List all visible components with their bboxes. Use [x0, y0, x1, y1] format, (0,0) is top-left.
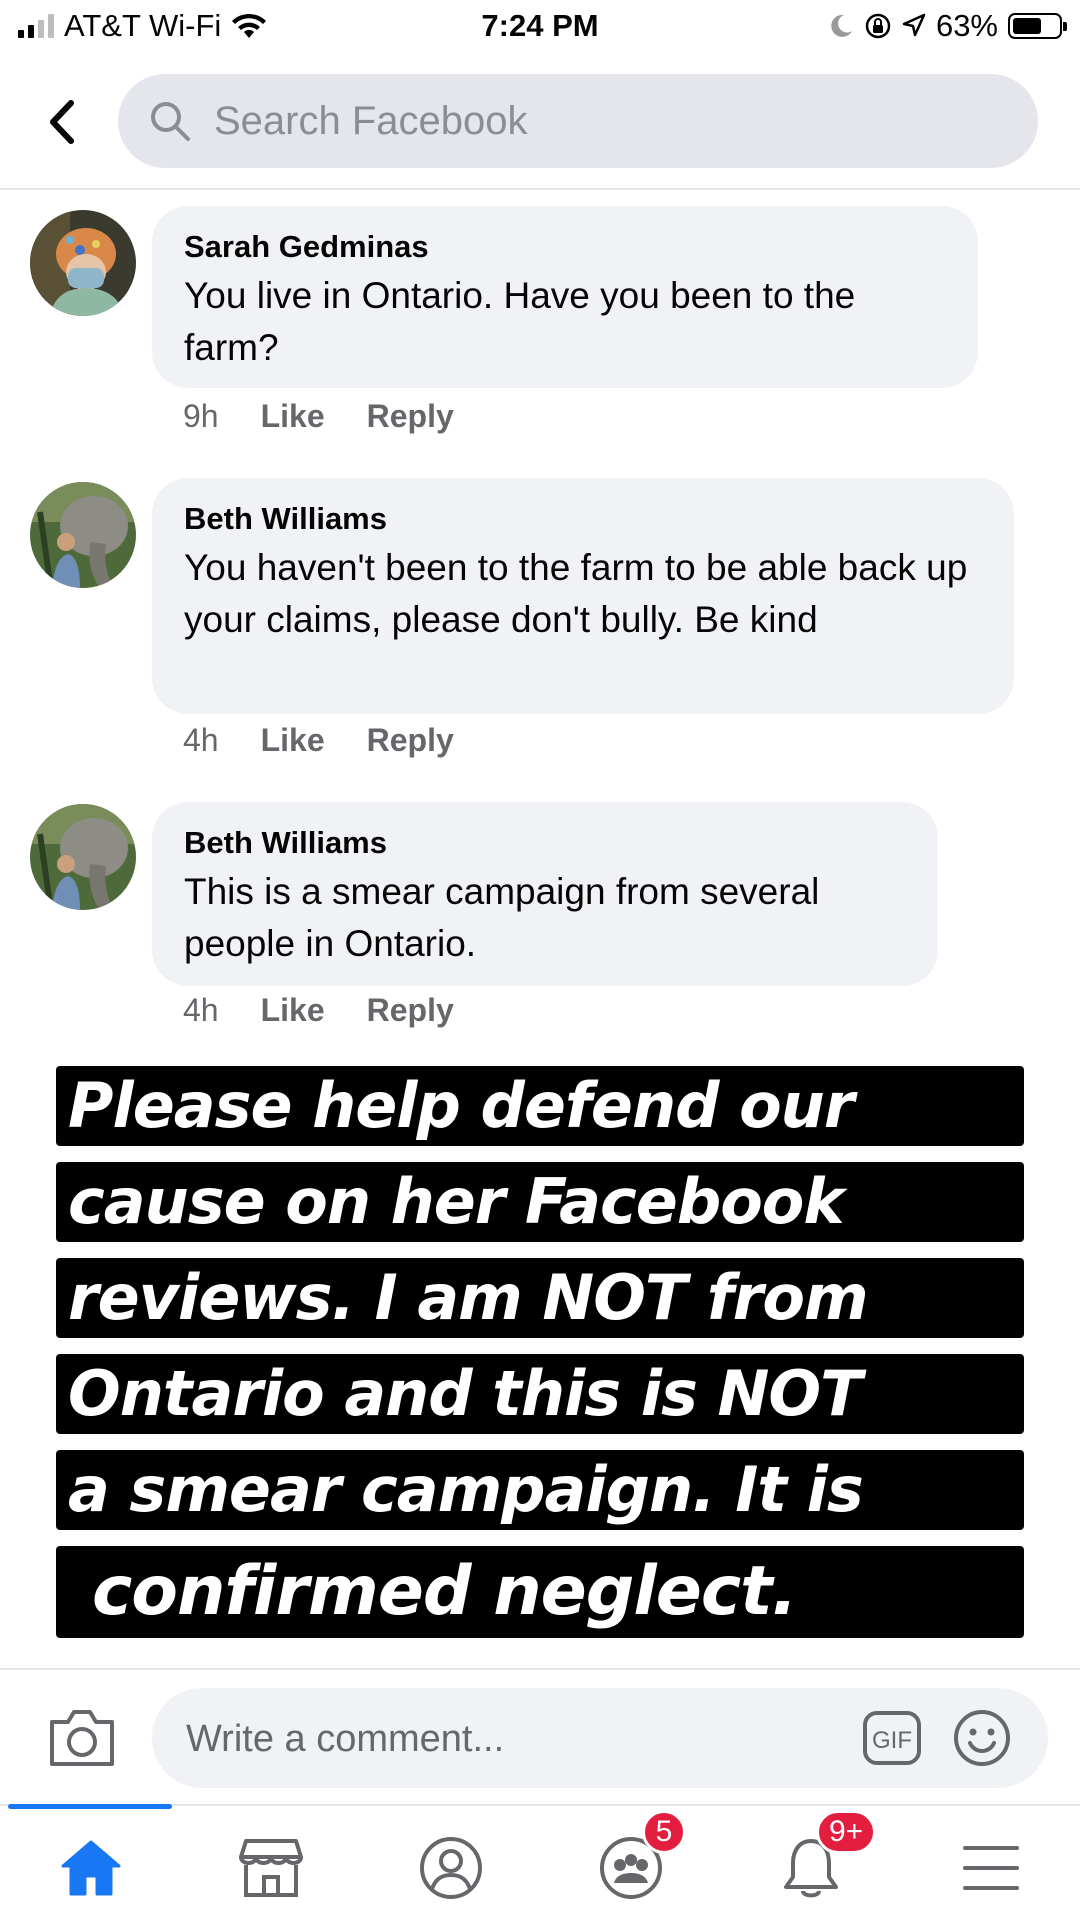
comment-composer: GIF: [0, 1668, 1080, 1806]
profile-icon: [420, 1837, 482, 1899]
caption-line: reviews. I am NOT from: [56, 1258, 1024, 1338]
comment-time[interactable]: 4h: [183, 722, 219, 759]
smiley-icon: [954, 1710, 1010, 1766]
caption-line: Please help defend our: [56, 1066, 1024, 1146]
tab-marketplace[interactable]: [216, 1826, 326, 1910]
battery-percent: 63%: [935, 8, 998, 43]
status-right: 63%: [828, 8, 1067, 44]
home-icon: [61, 1840, 121, 1896]
comment-text: This is a smear campaign from several pe…: [184, 871, 820, 964]
search-icon: [148, 99, 192, 143]
camera-button[interactable]: [46, 1706, 118, 1770]
like-button[interactable]: Like: [261, 398, 325, 435]
menu-icon: [963, 1846, 1019, 1890]
comment-bubble: Sarah Gedminas You live in Ontario. Have…: [152, 206, 978, 388]
active-tab-indicator: [8, 1804, 172, 1809]
location-icon: [902, 13, 926, 37]
battery-icon: [1008, 13, 1067, 39]
groups-badge: 5: [642, 1810, 686, 1854]
caption-line: Ontario and this is NOT: [56, 1354, 1024, 1434]
comment-text: You live in Ontario. Have you been to th…: [184, 275, 856, 368]
caption-line: cause on her Facebook: [56, 1162, 1024, 1242]
camera-icon: [50, 1710, 114, 1766]
marketplace-icon: [239, 1839, 303, 1897]
avatar[interactable]: [30, 482, 136, 588]
moon-icon: [831, 14, 852, 37]
header: [0, 56, 1080, 190]
reply-button[interactable]: Reply: [367, 992, 454, 1029]
tab-menu[interactable]: [936, 1826, 1046, 1910]
search-bar[interactable]: [118, 74, 1038, 168]
comment-time[interactable]: 4h: [183, 992, 219, 1029]
search-input[interactable]: [212, 97, 996, 145]
avatar[interactable]: [30, 210, 136, 316]
comment-actions: 4h Like Reply: [183, 992, 454, 1029]
chevron-left-icon: [50, 100, 74, 144]
comment-actions: 4h Like Reply: [183, 722, 454, 759]
caption-line: confirmed neglect.: [56, 1546, 1024, 1638]
comment-bubble: Beth Williams This is a smear campaign f…: [152, 802, 938, 986]
notifications-badge: 9+: [816, 1810, 877, 1854]
comment-input[interactable]: [184, 1688, 828, 1790]
reply-button[interactable]: Reply: [367, 722, 454, 759]
tab-home[interactable]: [36, 1826, 146, 1910]
reply-button[interactable]: Reply: [367, 398, 454, 435]
gif-button[interactable]: GIF: [862, 1710, 922, 1766]
tab-profile[interactable]: [396, 1826, 506, 1910]
comment-author[interactable]: Beth Williams: [184, 500, 982, 538]
svg-text:GIF: GIF: [872, 1727, 912, 1754]
emoji-button[interactable]: [952, 1708, 1012, 1768]
rotation-lock-icon: [865, 13, 891, 39]
back-button[interactable]: [36, 92, 86, 152]
comment-author[interactable]: Sarah Gedminas: [184, 228, 946, 266]
comment-bubble: Beth Williams You haven't been to the fa…: [152, 478, 1014, 714]
comment-text: You haven't been to the farm to be able …: [184, 547, 968, 640]
bottom-nav: 5 9+: [0, 1804, 1080, 1922]
comment-actions: 9h Like Reply: [183, 398, 454, 435]
comment-author[interactable]: Beth Williams: [184, 824, 906, 862]
caption-line: a smear campaign. It is: [56, 1450, 1024, 1530]
like-button[interactable]: Like: [261, 992, 325, 1029]
gif-icon: GIF: [863, 1711, 921, 1765]
status-bar: AT&T Wi-Fi 7:24 PM 63%: [0, 0, 1080, 56]
comment-box[interactable]: GIF: [152, 1688, 1048, 1790]
comment-time[interactable]: 9h: [183, 398, 219, 435]
tab-notifications[interactable]: 9+: [756, 1810, 877, 1910]
tab-groups[interactable]: 5: [576, 1810, 686, 1910]
avatar[interactable]: [30, 804, 136, 910]
like-button[interactable]: Like: [261, 722, 325, 759]
